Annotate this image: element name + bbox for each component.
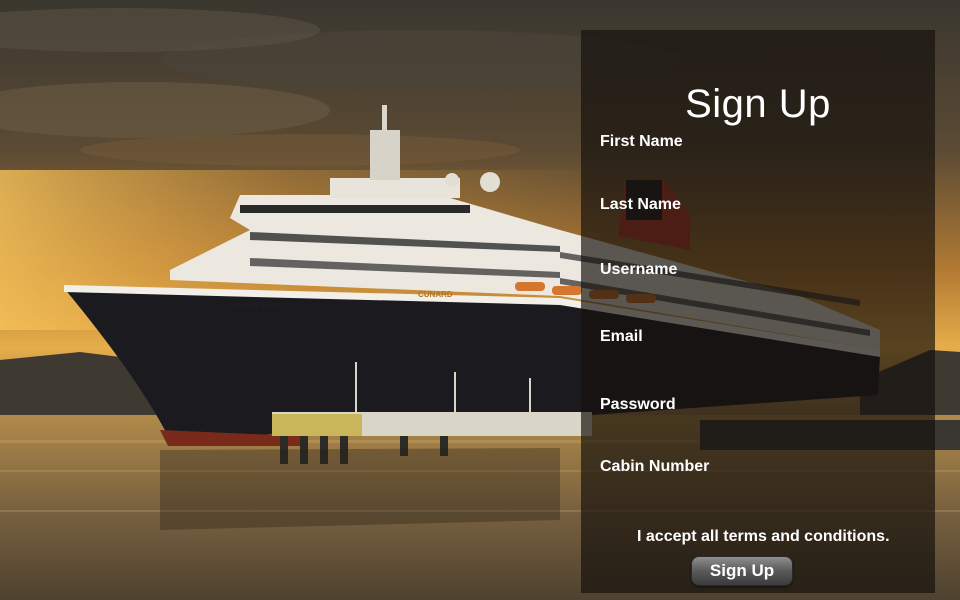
last-name-label: Last Name: [600, 196, 681, 213]
password-label: Password: [600, 396, 676, 413]
first-name-label: First Name: [600, 133, 683, 150]
sign-up-button[interactable]: Sign Up: [691, 556, 793, 586]
ship-name-text: Queen Mary 2: [234, 300, 286, 310]
email-field: Email: [600, 328, 916, 370]
signup-panel: Sign Up First Name Last Name Username Em…: [581, 30, 935, 593]
first-name-input[interactable]: [600, 153, 916, 175]
username-field: Username: [600, 261, 916, 303]
cabin-number-input[interactable]: [600, 478, 916, 500]
page-title: Sign Up: [685, 82, 831, 126]
cabin-number-label: Cabin Number: [600, 458, 710, 475]
ship-brand-text: CUNARD: [418, 290, 453, 299]
username-input[interactable]: [600, 281, 916, 303]
terms-label[interactable]: I accept all terms and conditions.: [637, 528, 890, 545]
email-label: Email: [600, 328, 643, 345]
last-name-field: Last Name: [600, 196, 916, 238]
email-input[interactable]: [600, 348, 916, 370]
username-label: Username: [600, 261, 678, 278]
first-name-field: First Name: [600, 133, 916, 175]
terms-row: I accept all terms and conditions.: [637, 528, 890, 546]
password-field: Password: [600, 396, 916, 438]
last-name-input[interactable]: [600, 216, 916, 238]
password-input[interactable]: [600, 416, 916, 438]
cabin-number-field: Cabin Number: [600, 458, 916, 500]
